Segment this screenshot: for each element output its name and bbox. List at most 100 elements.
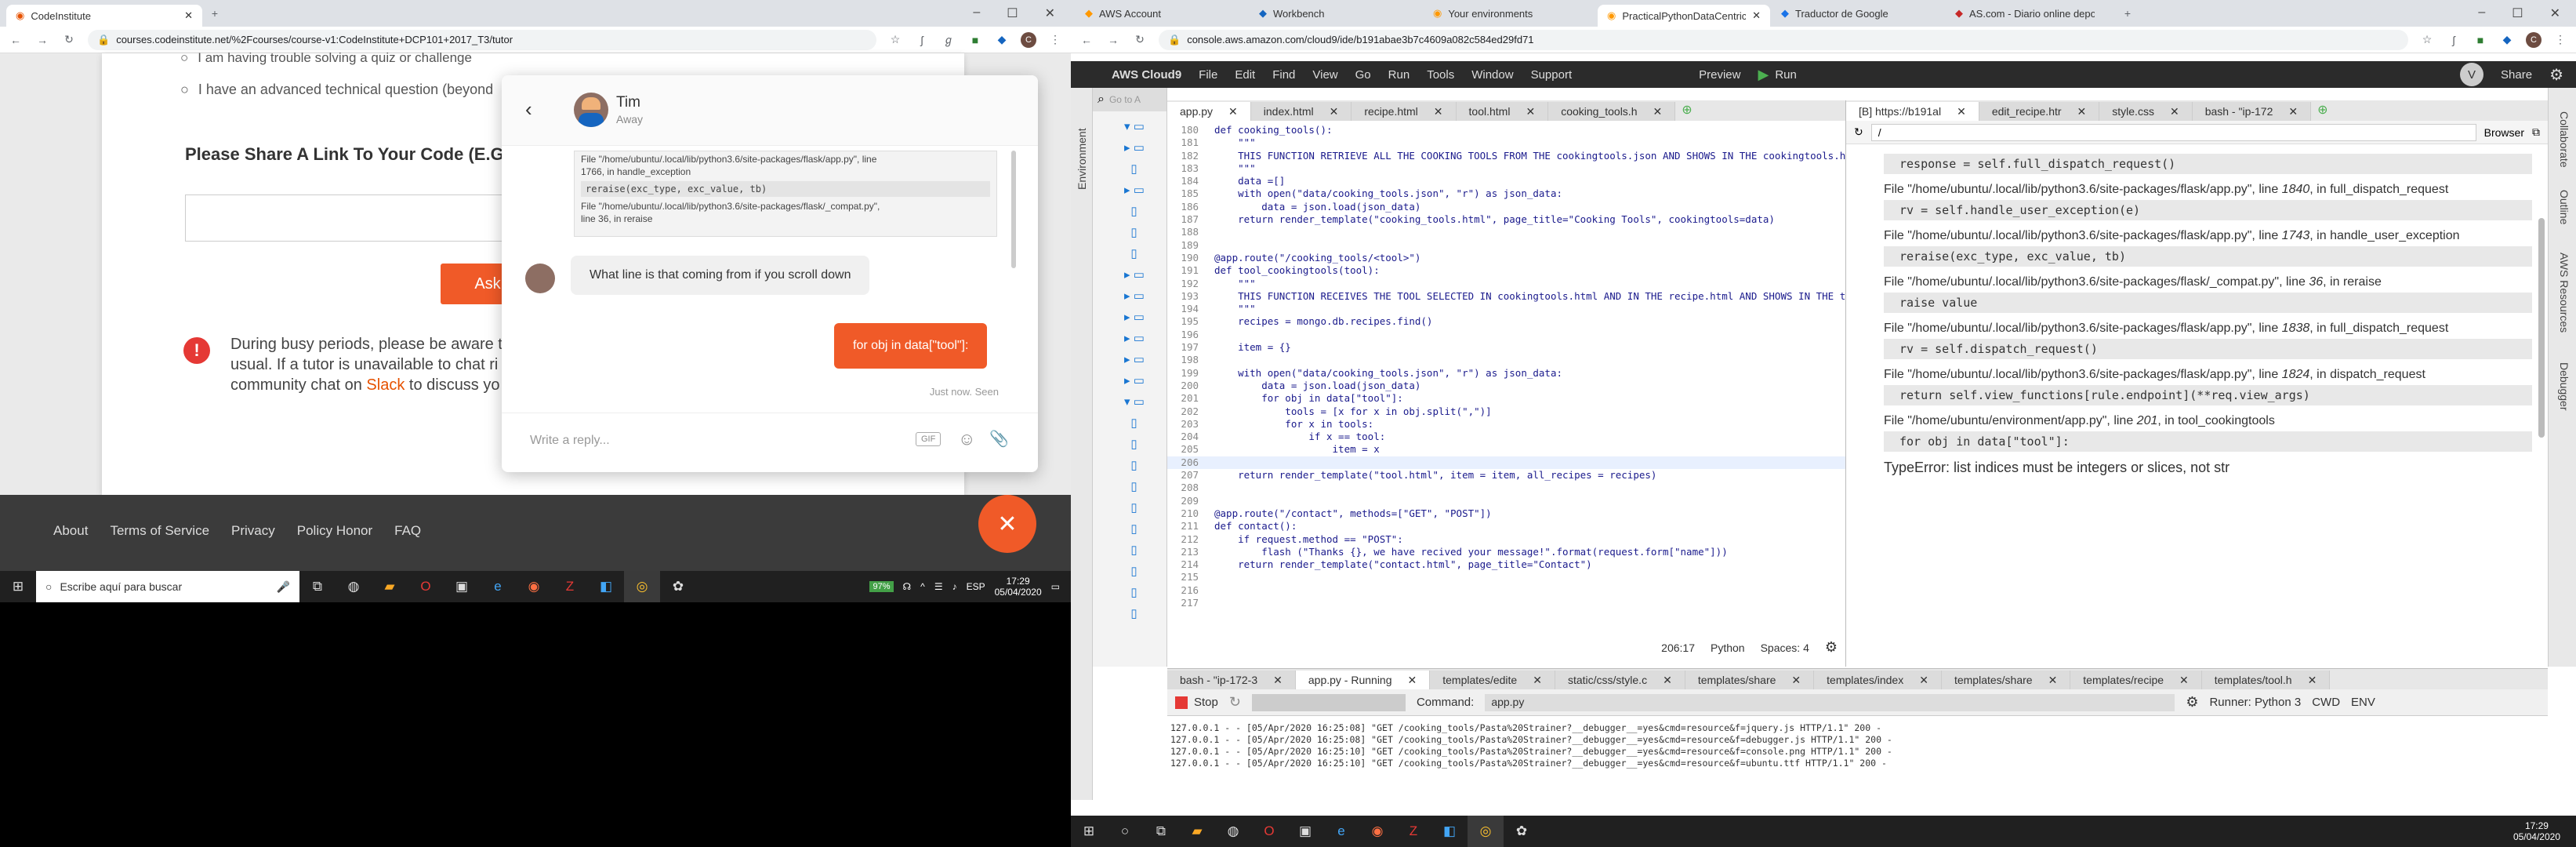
back-icon[interactable]: ←	[1079, 32, 1094, 48]
close-icon[interactable]: ✕	[184, 9, 193, 22]
debugger-toggle[interactable]: Debugger	[2558, 362, 2571, 411]
green-extension-icon[interactable]: ■	[2473, 32, 2488, 48]
option-advanced[interactable]: ○ I have an advanced technical question (…	[180, 82, 493, 98]
clock[interactable]: 17:29 05/04/2020	[2513, 820, 2576, 842]
forward-icon[interactable]: →	[1105, 32, 1121, 48]
chrome-icon[interactable]: ◎	[1468, 816, 1504, 847]
vscode-icon[interactable]: ◧	[588, 571, 624, 602]
menu-file[interactable]: File	[1199, 68, 1217, 82]
green-extension-icon[interactable]: ■	[967, 32, 983, 48]
close-icon[interactable]: ✕	[1791, 674, 1801, 687]
file-icon[interactable]: ▯	[1124, 434, 1166, 455]
language-indicator[interactable]: ESP	[967, 581, 985, 592]
maximize-icon[interactable]: ☐	[1007, 5, 1018, 21]
task-view-icon[interactable]: ⧉	[1143, 816, 1179, 847]
back-icon[interactable]: ←	[8, 32, 24, 48]
windows-start-icon[interactable]: ⊞	[1071, 816, 1107, 847]
reload-icon[interactable]: ↻	[61, 32, 77, 48]
slack-link[interactable]: Slack	[366, 376, 405, 394]
code-area[interactable]: 180 def cooking_tools(): 181 """ 182 THIS F…	[1167, 121, 1845, 623]
file-icon[interactable]: ▯	[1124, 603, 1166, 624]
app-icon[interactable]: ✿	[1504, 816, 1540, 847]
battery-indicator[interactable]: 97%	[869, 581, 894, 592]
file-icon[interactable]: ▯	[1124, 476, 1166, 497]
filezilla-icon[interactable]: Z	[1395, 816, 1431, 847]
file-icon[interactable]: ▯	[1124, 455, 1166, 476]
profile-avatar-icon[interactable]: C	[2526, 31, 2542, 48]
stop-button[interactable]: Stop	[1175, 696, 1218, 709]
folder-icon[interactable]: ▸ ▭	[1124, 370, 1166, 391]
popout-icon[interactable]: ⧉	[2532, 125, 2540, 139]
close-icon[interactable]: ✕	[1526, 105, 1535, 118]
close-icon[interactable]: ✕	[2170, 105, 2179, 118]
radio-icon[interactable]: ○	[180, 82, 189, 98]
store-icon[interactable]: ▣	[444, 571, 480, 602]
gear-icon[interactable]: ⚙	[2186, 694, 2198, 711]
preview-url-input[interactable]: /	[1870, 123, 2476, 141]
mic-icon[interactable]: 🎤	[277, 580, 290, 594]
editor-tab-cooking-tools[interactable]: cooking_tools.h ✕	[1548, 102, 1676, 121]
close-icon[interactable]: ✕	[1434, 105, 1443, 118]
preview-button[interactable]: Preview	[1699, 68, 1740, 82]
translate-icon[interactable]: ℊ	[941, 32, 956, 48]
aws-resources-toggle[interactable]: AWS Resources	[2558, 253, 2571, 333]
folder-icon[interactable]: ▸ ▭	[1124, 349, 1166, 370]
profile-avatar-icon[interactable]: C	[1021, 31, 1036, 48]
goto-input[interactable]: Go to A	[1109, 94, 1141, 105]
maximize-icon[interactable]: ☐	[2512, 5, 2523, 21]
file-icon[interactable]: ▯	[1124, 413, 1166, 434]
indent-setting[interactable]: Spaces: 4	[1761, 642, 1809, 654]
app-globe-icon[interactable]: ◍	[336, 571, 372, 602]
reply-input[interactable]: Write a reply...	[530, 434, 610, 448]
footer-link-honor[interactable]: Policy Honor	[297, 523, 372, 539]
file-icon[interactable]: ▯	[1124, 561, 1166, 582]
volume-icon[interactable]: ♪	[952, 581, 957, 592]
terminal-tab[interactable]: app.py - Running ✕	[1295, 671, 1431, 689]
env-button[interactable]: ENV	[2351, 696, 2375, 709]
user-avatar[interactable]: V	[2460, 63, 2484, 86]
windows-start-icon[interactable]: ⊞	[0, 571, 36, 602]
edge-icon[interactable]: e	[480, 571, 516, 602]
gif-button[interactable]: GIF	[916, 432, 942, 446]
close-icon[interactable]: ✕	[2308, 674, 2317, 687]
close-window-icon[interactable]: ✕	[1045, 5, 1055, 21]
share-button[interactable]: Share	[2501, 68, 2532, 82]
close-icon[interactable]: ✕	[1663, 674, 1672, 687]
folder-icon[interactable]: ▸ ▭	[1124, 285, 1166, 307]
radio-icon[interactable]: ○	[180, 50, 188, 66]
folder-icon[interactable]: ▸ ▭	[1124, 264, 1166, 285]
editor-tab-index[interactable]: index.html ✕	[1250, 102, 1352, 121]
editor-tab-tool[interactable]: tool.html ✕	[1456, 102, 1549, 121]
url-field[interactable]: 🔒 courses.codeinstitute.net/%2Fcourses/c…	[88, 29, 876, 50]
terminal-tab[interactable]: templates/index ✕	[1814, 671, 1942, 689]
folder-icon[interactable]: ▸ ▭	[1124, 328, 1166, 349]
collaborate-toggle[interactable]: Collaborate	[2558, 111, 2571, 168]
tab-environments[interactable]: ◉ Your environments	[1424, 0, 1596, 27]
terminal-tab[interactable]: bash - "ip-172-3 ✕	[1167, 671, 1296, 689]
menu-dots-icon[interactable]: ⋮	[2552, 32, 2568, 48]
outline-toggle[interactable]: Outline	[2558, 190, 2571, 224]
editor-tab-recipe[interactable]: recipe.html ✕	[1351, 102, 1457, 121]
gear-icon[interactable]: ⚙	[2549, 65, 2563, 85]
emoji-icon[interactable]: ☺	[958, 429, 975, 449]
menu-support[interactable]: Support	[1531, 68, 1573, 82]
close-icon[interactable]: ✕	[1919, 674, 1928, 687]
firefox-icon[interactable]: ◉	[516, 571, 552, 602]
restart-icon[interactable]: ↻	[1229, 694, 1241, 711]
file-icon[interactable]: ▯	[1124, 158, 1166, 180]
run-output-log[interactable]: 127.0.0.1 - - [05/Apr/2020 16:25:08] "GE…	[1167, 716, 2548, 769]
app-globe-icon[interactable]: ◍	[1215, 816, 1251, 847]
minimize-icon[interactable]: –	[973, 5, 980, 21]
tab-as[interactable]: ◆ AS.com - Diario online deportivo	[1946, 0, 2118, 27]
extension-icon[interactable]: ʃ	[2446, 32, 2462, 48]
close-icon[interactable]: ✕	[1533, 674, 1542, 687]
command-input[interactable]: app.py	[1485, 693, 2175, 711]
file-icon[interactable]: ▯	[1124, 497, 1166, 518]
terminal-tab[interactable]: templates/recipe ✕	[2070, 671, 2202, 689]
add-tab-icon[interactable]: ⊕	[2317, 102, 2327, 118]
chevron-up-icon[interactable]: ^	[920, 581, 925, 592]
folder-icon[interactable]: ▸ ▭	[1124, 307, 1166, 328]
menu-find[interactable]: Find	[1272, 68, 1295, 82]
folder-icon[interactable]: ▾ ▭	[1124, 391, 1166, 413]
tab-codeinstitute[interactable]: ◉ CodeInstitute ✕	[6, 5, 202, 27]
